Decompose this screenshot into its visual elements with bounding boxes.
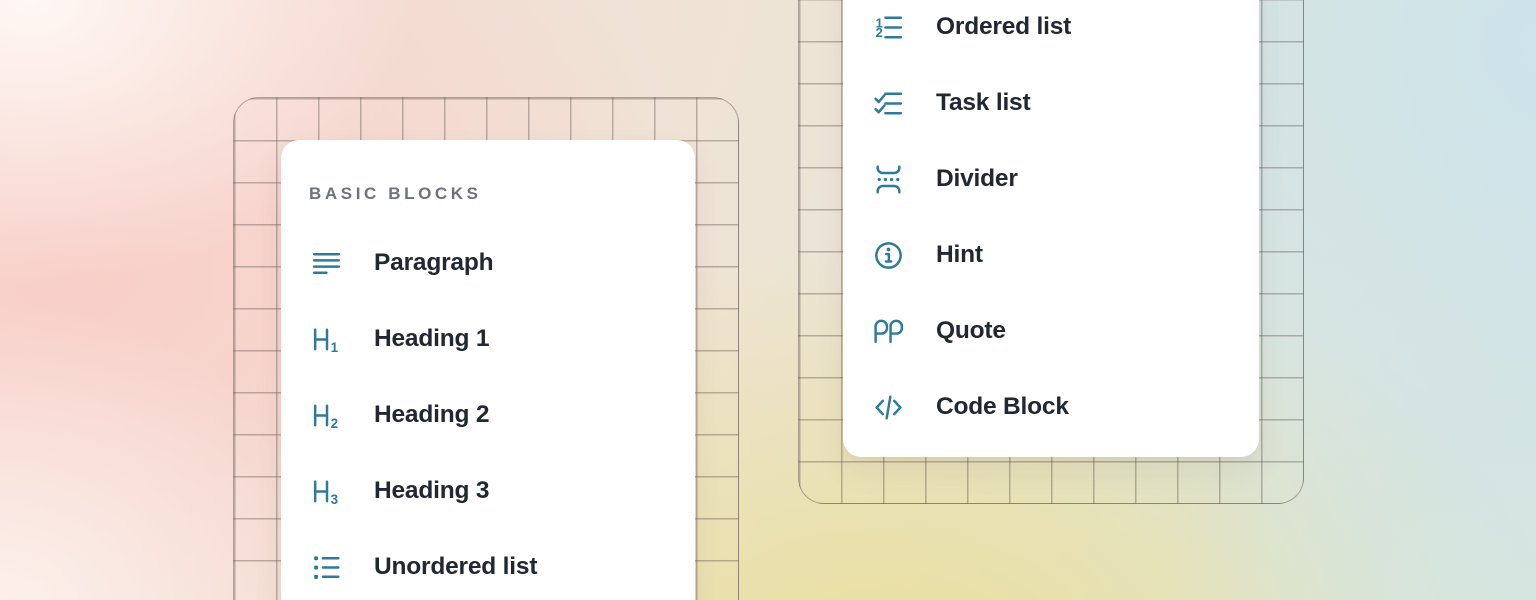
basic-blocks-card: BASIC BLOCKS Paragraph 1 Heading 1 2 Hea… [281, 140, 695, 600]
menu-item-label: Heading 1 [374, 325, 489, 353]
menu-item-hint[interactable]: Hint [843, 217, 1259, 293]
menu-item-task-list[interactable]: Task list [843, 65, 1259, 141]
block-menu-hero: BASIC BLOCKS Paragraph 1 Heading 1 2 Hea… [0, 0, 1536, 600]
heading-2-icon: 2 [310, 399, 343, 432]
svg-text:2: 2 [876, 25, 883, 40]
svg-text:1: 1 [331, 339, 339, 354]
menu-item-label: Paragraph [374, 249, 493, 277]
menu-item-unordered-list[interactable]: Unordered list [281, 529, 695, 600]
quote-icon [872, 315, 905, 348]
heading-1-icon: 1 [310, 323, 343, 356]
menu-item-heading-1[interactable]: 1 Heading 1 [281, 301, 695, 377]
divider-icon [872, 163, 905, 196]
svg-text:2: 2 [331, 415, 338, 430]
menu-item-quote[interactable]: Quote [843, 293, 1259, 369]
menu-item-ordered-list[interactable]: 1 2 Ordered list [843, 0, 1259, 65]
menu-item-label: Ordered list [936, 13, 1071, 41]
task-list-icon [872, 87, 905, 120]
menu-item-label: Code Block [936, 393, 1069, 421]
section-label: BASIC BLOCKS [309, 184, 482, 204]
menu-item-label: Unordered list [374, 553, 537, 581]
code-block-icon [872, 391, 905, 424]
more-blocks-card: 1 2 Ordered list Task list [843, 0, 1259, 457]
heading-3-icon: 3 [310, 475, 343, 508]
menu-item-paragraph[interactable]: Paragraph [281, 225, 695, 301]
menu-item-label: Divider [936, 165, 1018, 193]
menu-item-label: Task list [936, 89, 1030, 117]
menu-item-code-block[interactable]: Code Block [843, 369, 1259, 445]
svg-text:3: 3 [331, 491, 338, 506]
menu-item-label: Heading 3 [374, 477, 489, 505]
menu-item-divider[interactable]: Divider [843, 141, 1259, 217]
more-blocks-menu: 1 2 Ordered list Task list [843, 0, 1259, 445]
menu-item-heading-2[interactable]: 2 Heading 2 [281, 377, 695, 453]
basic-blocks-menu: Paragraph 1 Heading 1 2 Heading 2 3 Head… [281, 225, 695, 600]
menu-item-heading-3[interactable]: 3 Heading 3 [281, 453, 695, 529]
unordered-list-icon [310, 551, 343, 584]
menu-item-label: Quote [936, 317, 1006, 345]
menu-item-label: Hint [936, 241, 983, 269]
ordered-list-icon: 1 2 [872, 11, 905, 44]
paragraph-icon [310, 247, 343, 280]
hint-icon [872, 239, 905, 272]
menu-item-label: Heading 2 [374, 401, 489, 429]
